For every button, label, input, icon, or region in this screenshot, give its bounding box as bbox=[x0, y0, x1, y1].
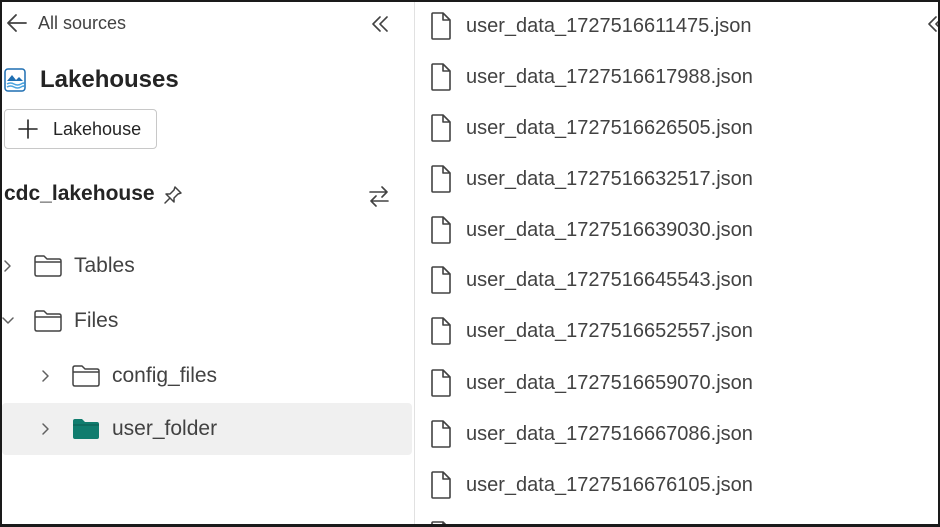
file-name: user_data_1727516667086.json bbox=[466, 423, 753, 445]
add-lakehouse-label: Lakehouse bbox=[53, 118, 142, 139]
folder-icon bbox=[33, 253, 63, 279]
tree-item-tables[interactable]: Tables bbox=[2, 244, 412, 288]
document-icon bbox=[429, 215, 453, 245]
file-item[interactable]: user_data_1727516676105.json bbox=[415, 465, 935, 505]
document-icon bbox=[429, 164, 453, 194]
chevron-right-icon[interactable] bbox=[38, 421, 54, 437]
tree-item-label: Files bbox=[74, 309, 119, 332]
tree-item-user-folder[interactable]: user_folder bbox=[2, 403, 412, 455]
tree-item-files[interactable]: Files bbox=[2, 299, 412, 343]
file-item[interactable]: user_data_1727516667086.json bbox=[415, 414, 935, 454]
back-label: All sources bbox=[38, 12, 127, 33]
file-item[interactable]: user_data_1727516617988.json bbox=[415, 57, 935, 97]
file-item[interactable]: user_data_1727516659070.json bbox=[415, 363, 935, 403]
document-icon bbox=[429, 265, 453, 295]
folder-icon bbox=[71, 363, 101, 389]
collapse-pane-button[interactable] bbox=[368, 12, 392, 36]
file-name: user_data_1727516652557.json bbox=[466, 320, 753, 342]
file-item[interactable]: user_data_1727516611475.json bbox=[415, 6, 935, 46]
chevron-right-icon[interactable] bbox=[38, 368, 54, 384]
chevron-down-icon[interactable] bbox=[2, 313, 16, 329]
back-to-all-sources[interactable]: All sources bbox=[4, 10, 126, 36]
file-name: user_data_1727516626505.json bbox=[466, 117, 753, 139]
document-icon bbox=[429, 470, 453, 500]
document-icon bbox=[429, 419, 453, 449]
document-icon bbox=[429, 368, 453, 398]
tree-item-config-files[interactable]: config_files bbox=[2, 354, 412, 398]
file-name: user_data_1727516632517.json bbox=[466, 168, 753, 190]
lakehouse-name: cdc_lakehouse bbox=[4, 182, 155, 205]
file-name: user_data_1727516659070.json bbox=[466, 372, 753, 394]
switch-lakehouse-icon[interactable] bbox=[366, 184, 392, 208]
file-name: user_data_1727516617988.json bbox=[466, 66, 753, 88]
folder-icon bbox=[33, 308, 63, 334]
file-name: user_data_1727516645543.json bbox=[466, 269, 753, 291]
file-name: user_data_1727516611475.json bbox=[466, 15, 752, 37]
double-chevron-left-icon bbox=[372, 16, 388, 32]
section-header: Lakehouses bbox=[4, 66, 179, 94]
file-list-pane: user_data_1727516611475.json user_data_1… bbox=[415, 2, 938, 524]
pin-icon[interactable] bbox=[162, 184, 184, 206]
section-title: Lakehouses bbox=[40, 66, 179, 93]
tree-item-label: user_folder bbox=[112, 417, 218, 440]
add-lakehouse-button[interactable]: Lakehouse bbox=[4, 109, 157, 149]
folder-filled-icon bbox=[71, 416, 101, 442]
document-icon bbox=[429, 316, 453, 346]
file-item[interactable]: user_data_1727516632517.json bbox=[415, 159, 935, 199]
file-item[interactable]: user_data_1727516645543.json bbox=[415, 260, 935, 300]
lakehouse-icon bbox=[4, 67, 26, 93]
chevron-right-icon[interactable] bbox=[2, 258, 16, 274]
file-name: user_data_1727516676105.json bbox=[466, 474, 753, 496]
document-icon bbox=[429, 520, 453, 524]
file-item[interactable]: user_data_1727516652557.json bbox=[415, 311, 935, 351]
lakehouse-header: cdc_lakehouse bbox=[4, 180, 404, 212]
file-item[interactable]: user_data_1727516639030.json bbox=[415, 210, 935, 250]
tree-item-label: config_files bbox=[112, 364, 218, 387]
file-name: user_data_1727516639030.json bbox=[466, 219, 753, 241]
tree-item-label: Tables bbox=[74, 254, 135, 277]
explorer-pane: All sources Lakehouses Lakehouse cdc_lak… bbox=[2, 2, 414, 524]
document-icon bbox=[429, 11, 453, 41]
document-icon bbox=[429, 62, 453, 92]
file-item[interactable]: user_data_1727516626505.json bbox=[415, 108, 935, 148]
arrow-left-icon bbox=[4, 10, 30, 36]
document-icon bbox=[429, 113, 453, 143]
plus-icon bbox=[17, 118, 39, 140]
